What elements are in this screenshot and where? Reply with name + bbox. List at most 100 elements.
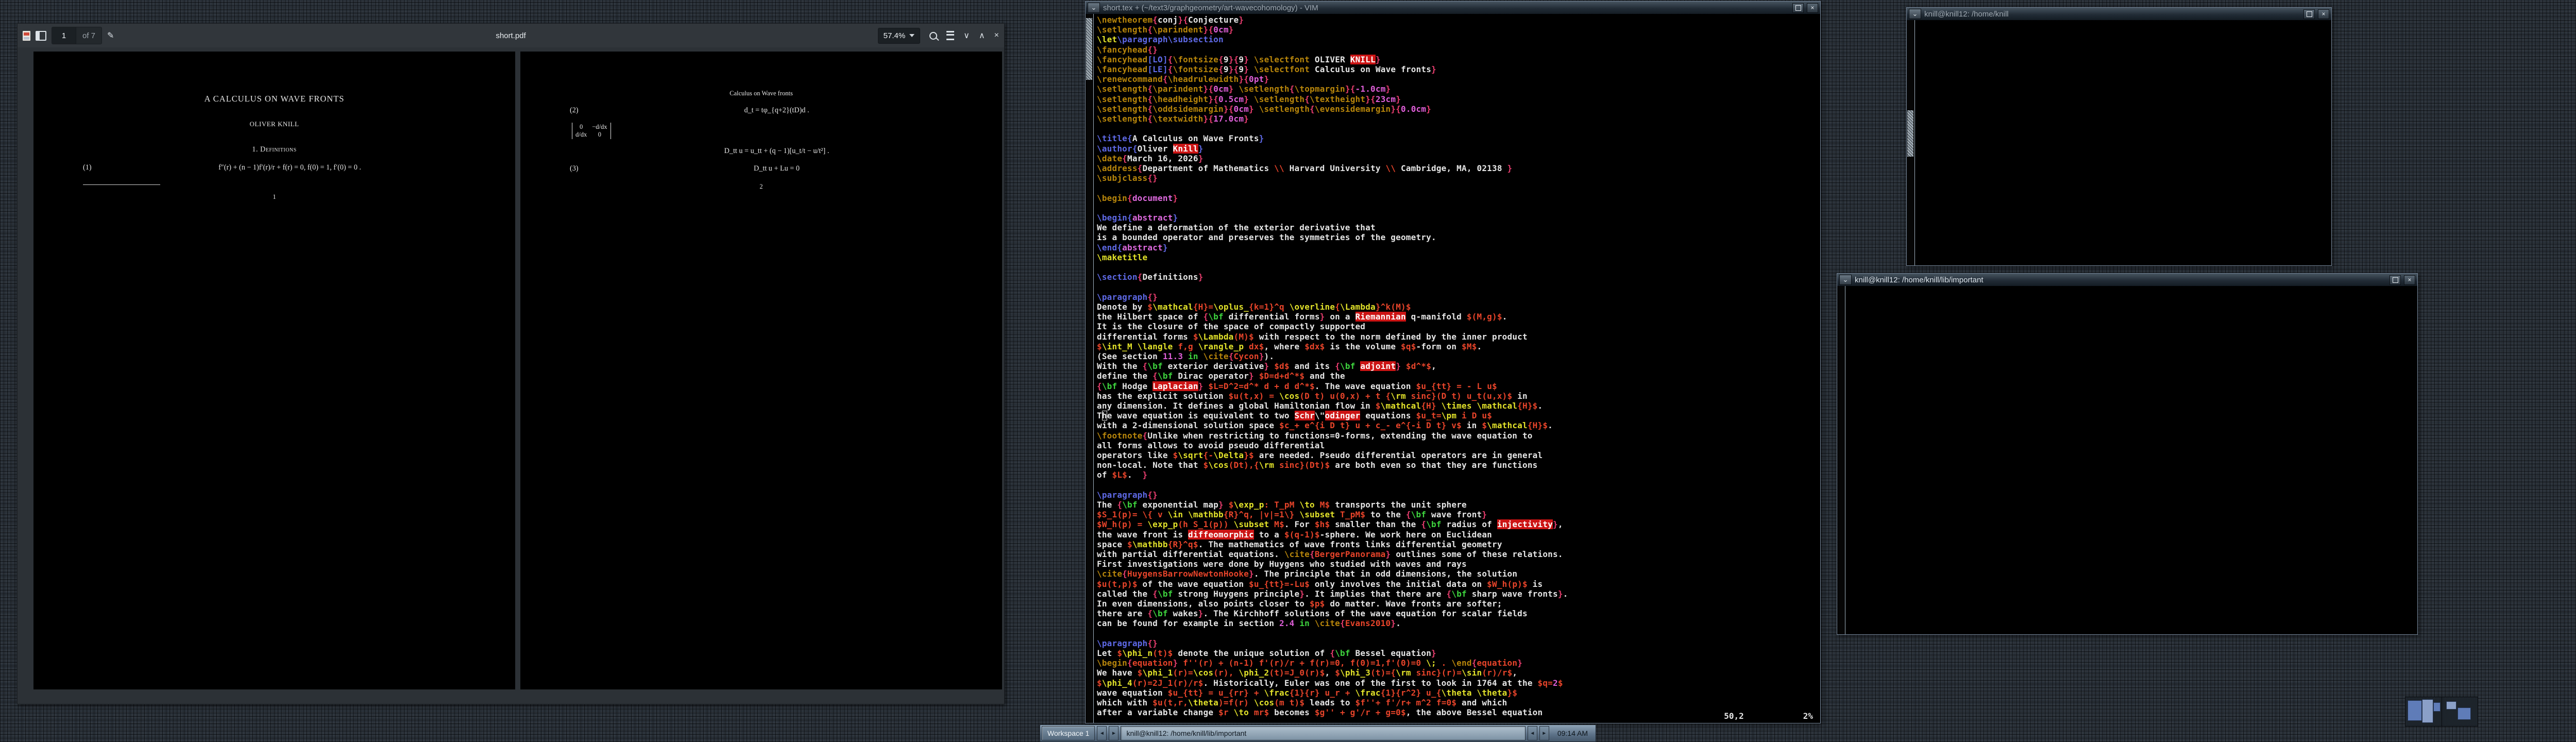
pager-desk-1[interactable] — [2405, 697, 2442, 726]
vim-line: $\int_M \langle f,g \rangle_p dx$, where… — [1097, 342, 1820, 351]
menu-icon[interactable] — [946, 31, 954, 40]
scroll-percent: 2% — [1803, 711, 1813, 721]
vim-line: operators like $\sqrt{-\Delta}$ are need… — [1097, 450, 1820, 460]
terminal-title-bar[interactable]: ⌄ knill@knill12: /home/knill × — [1907, 8, 2331, 21]
footnote-rule — [83, 184, 160, 185]
vim-line: The wave equation is equivalent to two S… — [1097, 411, 1820, 420]
minimize-icon[interactable]: ⌄ — [1839, 275, 1852, 285]
maximize-button[interactable] — [2303, 9, 2315, 19]
vim-line: with partial differential equations. \ci… — [1097, 549, 1820, 559]
vim-buffer[interactable]: \newtheorem{conj}{Conjecture}\setlength{… — [1094, 14, 1820, 723]
scroll-left-button[interactable]: ◄ — [1097, 726, 1107, 740]
equation-body: D_tt u = u_tt + (q − 1)[u_t/t − u/t²] . — [601, 146, 953, 157]
minimize-icon[interactable]: ⌄ — [1909, 9, 1921, 19]
vim-line: \begin{abstract} — [1097, 213, 1820, 223]
pdf-document-area[interactable]: A CALCULUS ON WAVE FRONTS OLIVER KNILL 1… — [18, 47, 1004, 704]
vim-line: \end{abstract} — [1097, 243, 1820, 252]
vim-line: \fancyhead[LO]{\fontsize{9}{9} \selectfo… — [1097, 55, 1820, 64]
vim-line: of $L$. } — [1097, 470, 1820, 480]
terminal-scrollbar[interactable] — [1837, 286, 1845, 634]
vim-title-bar[interactable]: ⌄ short.tex + (~/text3/graphgeometry/art… — [1086, 2, 1820, 14]
equation-bessel: D_tt u = u_tt + (q − 1)[u_t/t − u/t²] . — [570, 146, 953, 157]
vim-line: \begin{equation} f''(r) + (n-1) f'(r)/r … — [1097, 658, 1820, 668]
workspace-button[interactable]: Workspace 1 — [1042, 726, 1095, 740]
vim-line: \fancyhead{} — [1097, 45, 1820, 55]
scrollbar-thumb[interactable] — [1086, 18, 1092, 80]
close-button[interactable]: × — [2404, 275, 2415, 285]
maximize-button[interactable] — [1792, 3, 1804, 13]
vim-terminal-window: ⌄ short.tex + (~/text3/graphgeometry/art… — [1085, 1, 1821, 723]
vim-line — [1097, 262, 1820, 272]
vim-line: space $\mathbb{R}^q$. The mathematics of… — [1097, 539, 1820, 549]
equation-number: (1) — [83, 162, 114, 173]
vim-line: \date{March 16, 2026} — [1097, 154, 1820, 163]
zoom-dropdown[interactable]: 57.4% — [878, 28, 921, 44]
search-icon[interactable] — [929, 32, 937, 40]
sidebar-toggle-icon[interactable] — [36, 31, 46, 41]
pdf-viewer-window: 1 of 7 ✎ short.pdf 57.4% ∨ ∧ × A C — [17, 23, 1005, 704]
taskbar-clock: 09:14 AM — [1551, 729, 1594, 737]
vim-line — [1097, 124, 1820, 133]
pdf-close-button[interactable]: × — [994, 31, 999, 40]
vim-line: $S_1(p)= \{ v \in \mathbb{R}^q, |v|=1\} … — [1097, 510, 1820, 519]
page-number-input[interactable]: 1 — [52, 27, 76, 44]
zoom-caret-icon — [909, 34, 914, 37]
pdf-minimize-button[interactable]: ∨ — [963, 30, 970, 41]
pdf-page-2: Calculus on Wave fronts (2) d_t = tφ_{q+… — [520, 52, 1002, 689]
maximize-button[interactable] — [2389, 275, 2401, 285]
vim-line: $u(t,p)$ of the wave equation $u_{tt}=-L… — [1097, 579, 1820, 589]
equation-body: D_tt u + Lu = 0 — [601, 163, 953, 174]
equation-3: (3) D_tt u + Lu = 0 — [570, 163, 953, 174]
annotate-pen-icon[interactable]: ✎ — [107, 30, 114, 41]
vim-line: It is the closure of the space of compac… — [1097, 322, 1820, 331]
vim-line: the Hilbert space of {\bf differential f… — [1097, 312, 1820, 322]
vim-line: \paragraph{} — [1097, 490, 1820, 500]
paragraph-1-6: 0−d/dxd/dx0 — [570, 123, 953, 139]
close-button[interactable]: × — [1807, 3, 1818, 13]
pager-desk-2[interactable] — [2442, 697, 2478, 726]
page-navigation: 1 of 7 — [52, 27, 102, 44]
equation-number: (2) — [570, 105, 601, 116]
vim-line: non-local. Note that $\cos(Dt),{\rm sinc… — [1097, 460, 1820, 470]
vim-line: \subjclass{} — [1097, 173, 1820, 183]
desktop: 1 of 7 ✎ short.pdf 57.4% ∨ ∧ × A C — [0, 0, 2576, 742]
minimize-icon[interactable]: ⌄ — [1088, 3, 1100, 13]
vim-line: all forms allows to avoid pseudo differe… — [1097, 441, 1820, 450]
vim-line: \setlength{\textwidth}{17.0cm} — [1097, 114, 1820, 124]
vim-line: The {\bf exponential map} $\exp_p: T_pM … — [1097, 500, 1820, 510]
vim-line: \setlength{\parindent}{0cm} — [1097, 25, 1820, 35]
vim-line — [1097, 629, 1820, 638]
taskbar-window-button[interactable]: knill@knill12: /home/knill/lib/important — [1121, 726, 1525, 740]
scroll-right-button[interactable]: ► — [1109, 726, 1118, 740]
page-count-label: of 7 — [76, 31, 101, 40]
vim-line: \newtheorem{conj}{Conjecture} — [1097, 15, 1820, 25]
vim-line: \footnote{Unlike when restricting to fun… — [1097, 431, 1820, 441]
terminal-scrollbar[interactable] — [1907, 20, 1915, 265]
close-button[interactable]: × — [2318, 9, 2329, 19]
scroll-right-button[interactable]: ► — [1539, 726, 1549, 740]
page-number: 1 — [83, 192, 466, 202]
pdf-maximize-button[interactable]: ∧ — [979, 30, 985, 41]
vim-line: called the {\bf strong Huygens principle… — [1097, 589, 1820, 599]
scroll-left-button[interactable]: ◄ — [1528, 726, 1537, 740]
running-head: Calculus on Wave fronts — [570, 89, 953, 98]
vim-window-title: short.tex + (~/text3/graphgeometry/art-w… — [1103, 4, 1789, 12]
terminal-title-bar[interactable]: ⌄ knill@knill12: /home/knill/lib/importa… — [1837, 274, 2417, 286]
equation-body: f″(r) + (n − 1)f′(r)/r + f(r) = 0, f(0) … — [114, 162, 466, 173]
vim-line: the wave front is diffeomorphic to a $(q… — [1097, 530, 1820, 539]
terminal-output[interactable] — [1915, 20, 2331, 265]
fvwm-pager[interactable] — [2405, 697, 2478, 727]
equation-1: (1) f″(r) + (n − 1)f′(r)/r + f(r) = 0, f… — [83, 162, 466, 173]
vim-line: which with $u(t,r,\theta)=f(r) \cos(m t)… — [1097, 698, 1820, 707]
vim-line: \maketitle — [1097, 252, 1820, 262]
vim-line: In even dimensions, also points closer t… — [1097, 599, 1820, 609]
section-heading: 1. Definitions — [83, 144, 466, 155]
pdf-window-title: short.pdf — [18, 31, 1004, 40]
scrollbar-thumb[interactable] — [1907, 110, 1913, 157]
terminal-output[interactable] — [1845, 286, 2417, 634]
paper-title: A CALCULUS ON WAVE FRONTS — [83, 93, 466, 106]
vim-line: define the {\bf Dirac operator} $D=d+d^*… — [1097, 371, 1820, 381]
vim-line: We have $\phi_1(r)=\cos(r), \phi_2(t)=J_… — [1097, 668, 1820, 678]
terminal-window-title: knill@knill12: /home/knill/lib/important — [1855, 276, 2386, 284]
vim-scrollbar[interactable] — [1086, 14, 1094, 723]
